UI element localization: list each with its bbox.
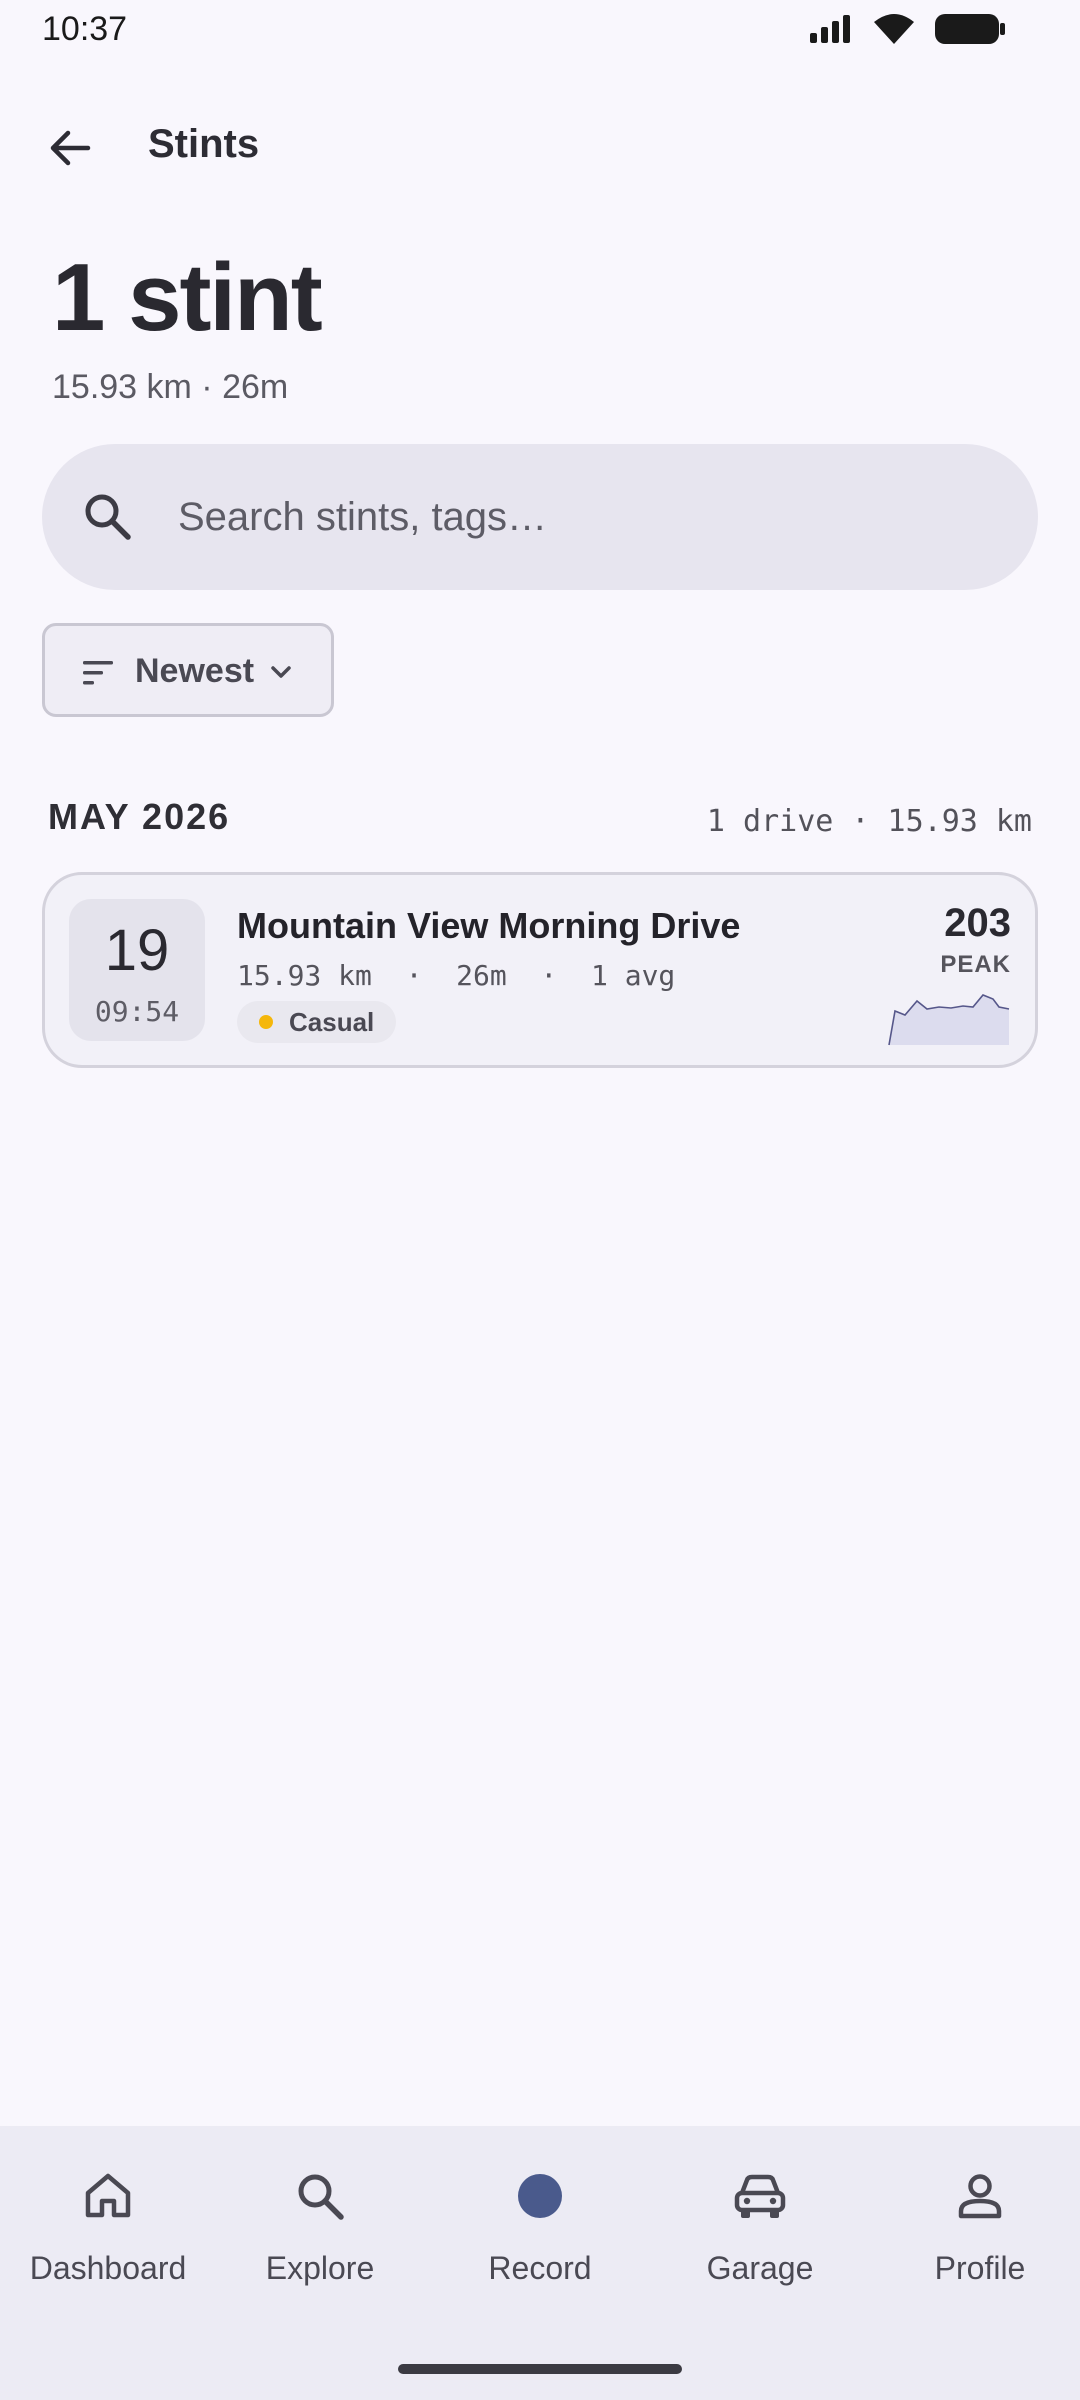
stint-count-headline: 1 stint <box>52 244 323 351</box>
tag-label: Casual <box>289 1007 375 1037</box>
search-bar[interactable] <box>42 444 1038 590</box>
wifi-icon <box>872 12 916 51</box>
date-time: 09:54 <box>94 995 180 1028</box>
sort-icon <box>83 661 113 685</box>
arrow-back-icon <box>50 130 91 166</box>
nav-label-garage: Garage <box>706 2250 814 2286</box>
bottom-navigation: Dashboard Explore Record Garage Profile <box>0 2126 1080 2400</box>
stint-summary: 15.93 km · 26m <box>52 368 289 406</box>
status-time: 10:37 <box>42 10 128 48</box>
search-icon <box>290 2166 350 2226</box>
sparkline-chart <box>888 994 1010 1046</box>
nav-item-garage[interactable]: Garage <box>652 2166 868 2306</box>
car-icon <box>730 2166 790 2226</box>
stint-title: Mountain View Morning Drive <box>237 905 741 946</box>
stint-card[interactable]: 19 09:54 Mountain View Morning Drive 15.… <box>42 872 1038 1068</box>
nav-label-dashboard: Dashboard <box>29 2250 187 2286</box>
peak-value: 203 <box>944 901 1011 945</box>
nav-label-explore: Explore <box>265 2250 375 2286</box>
record-icon <box>510 2166 570 2226</box>
signal-icon <box>808 13 854 50</box>
status-bar: 10:37 <box>0 0 1080 62</box>
nav-item-profile[interactable]: Profile <box>872 2166 1080 2306</box>
chevron-down-icon <box>271 666 291 678</box>
stints-screen: 10:37 Stints 1 stint 15.93 km · 26m Sear… <box>0 0 1080 2400</box>
nav-item-dashboard[interactable]: Dashboard <box>0 2166 216 2306</box>
peak-label: PEAK <box>940 951 1011 978</box>
nav-label-profile: Profile <box>934 2250 1026 2286</box>
top-app-bar: Stints <box>0 100 1080 196</box>
nav-item-explore[interactable]: Explore <box>212 2166 428 2306</box>
nav-item-record[interactable]: Record <box>432 2166 648 2306</box>
home-icon <box>78 2166 138 2226</box>
sort-dropdown[interactable]: Newest <box>42 623 334 717</box>
sort-label: Newest <box>135 652 255 690</box>
gesture-handle[interactable] <box>398 2364 682 2374</box>
tag-dot <box>259 1015 273 1029</box>
search-icon <box>85 494 131 540</box>
month-summary: 1 drive · 15.93 km <box>706 804 1032 839</box>
stint-meta: 15.93 km · 26m · 1 avg <box>237 959 676 992</box>
month-header: MAY 2026 <box>48 796 231 837</box>
status-icons <box>808 12 1006 51</box>
battery-icon <box>934 12 1006 51</box>
nav-label-record: Record <box>488 2250 592 2286</box>
page-title: Stints <box>148 122 260 166</box>
date-day: 19 <box>104 918 170 983</box>
date-badge: 19 09:54 <box>69 899 205 1041</box>
back-button[interactable] <box>34 112 106 184</box>
tag-chip: Casual <box>237 1001 397 1043</box>
person-icon <box>950 2166 1010 2226</box>
search-input[interactable] <box>178 488 978 546</box>
